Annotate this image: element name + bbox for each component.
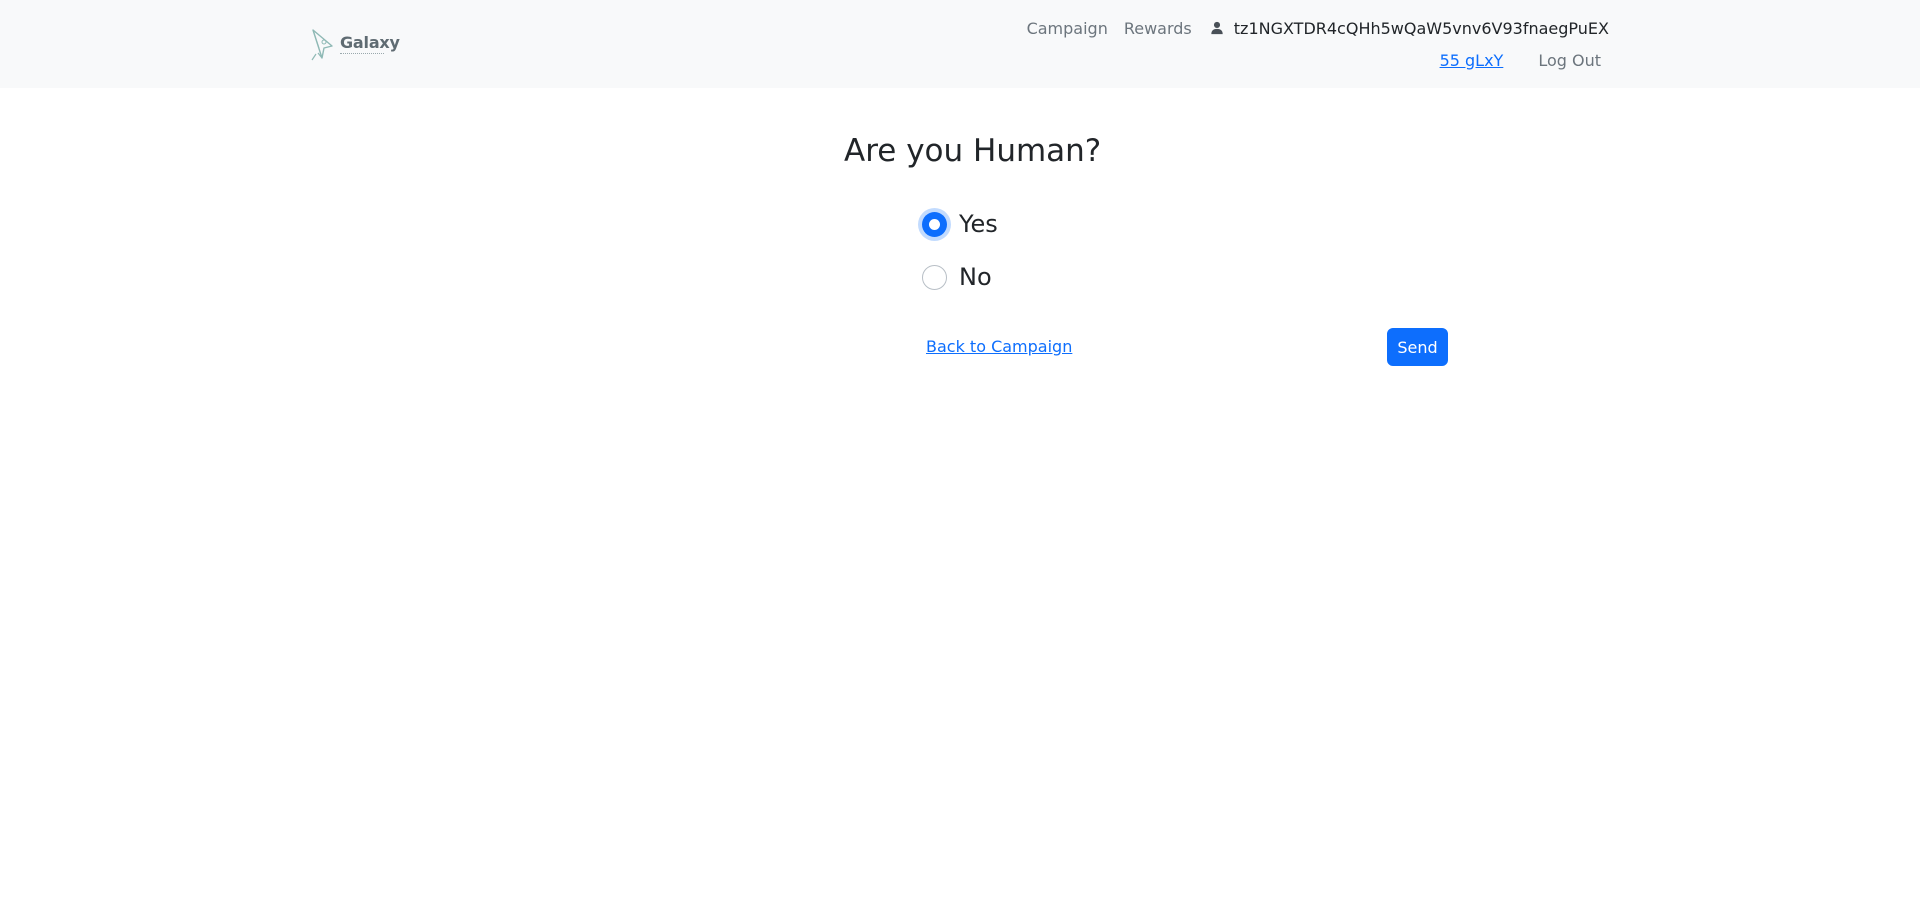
rocket-icon <box>311 29 333 61</box>
brand-logo-link[interactable]: Galaxy <box>310 28 400 62</box>
top-navbar: Galaxy Campaign Rewards tz1NGXTDR4cQHh5w… <box>0 0 1920 88</box>
option-no[interactable]: No <box>922 263 992 291</box>
user-address: tz1NGXTDR4cQHh5wQaW5vnv6V93fnaegPuEX <box>1233 18 1609 38</box>
balance-link[interactable]: 55 gLxY <box>1440 51 1504 70</box>
option-yes-label: Yes <box>959 210 998 238</box>
user-account: tz1NGXTDR4cQHh5wQaW5vnv6V93fnaegPuEX <box>1200 19 1609 38</box>
send-button[interactable]: Send <box>1387 328 1448 366</box>
nav-campaign-link[interactable]: Campaign <box>1019 19 1116 38</box>
person-icon <box>1211 21 1223 35</box>
nav-rewards-link[interactable]: Rewards <box>1116 19 1200 38</box>
nav-bottom-row: 55 gLxY Log Out <box>1440 49 1601 71</box>
nav-top-row: Campaign Rewards tz1NGXTDR4cQHh5wQaW5vnv… <box>1019 17 1609 39</box>
radio-no[interactable] <box>922 264 947 290</box>
radio-yes[interactable] <box>922 211 947 237</box>
page-title: Are you Human? <box>844 133 1102 169</box>
brand-text-wrap: Galaxy <box>340 35 400 55</box>
brand-name: Galaxy <box>340 33 400 52</box>
option-yes[interactable]: Yes <box>922 210 998 238</box>
back-to-campaign-link[interactable]: Back to Campaign <box>926 337 1072 356</box>
brand-tagline-decoration <box>340 53 384 55</box>
logout-link[interactable]: Log Out <box>1538 51 1601 70</box>
option-no-label: No <box>959 263 992 291</box>
